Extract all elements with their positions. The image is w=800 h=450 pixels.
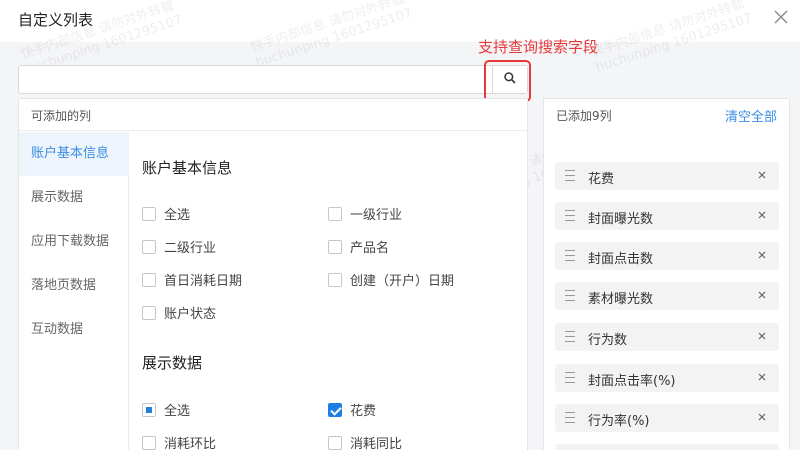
selected-column-item[interactable]: 行为数 — [555, 323, 779, 351]
checkbox-spend-yoy[interactable]: 消耗同比 — [328, 433, 402, 450]
checkbox[interactable] — [328, 239, 342, 254]
drag-handle-icon[interactable] — [565, 412, 575, 423]
category-item-app-download[interactable]: 应用下载数据 — [19, 220, 129, 264]
checkbox-industry-l1[interactable]: 一级行业 — [328, 204, 402, 223]
selected-column-item[interactable]: 行为率(%) — [555, 404, 779, 432]
checkbox-product-name[interactable]: 产品名 — [328, 237, 389, 256]
category-item-interaction[interactable]: 互动数据 — [19, 308, 129, 352]
remove-icon[interactable] — [755, 167, 769, 183]
checkbox[interactable] — [142, 239, 156, 254]
selected-column-item[interactable]: 封面点击数 — [555, 242, 779, 270]
category-nav: 账户基本信息 展示数据 应用下载数据 落地页数据 互动数据 — [19, 132, 129, 450]
checkbox-account-status[interactable]: 账户状态 — [142, 303, 216, 322]
remove-icon[interactable] — [755, 369, 769, 385]
section-title: 账户基本信息 — [142, 159, 233, 177]
checkbox-first-spend-date[interactable]: 首日消耗日期 — [142, 270, 242, 289]
selected-columns-panel: 已添加9列 清空全部 花费 封面曝光数 封面点击数 素材曝光数 行为数 封面点击… — [543, 98, 790, 450]
checkbox[interactable] — [328, 272, 342, 287]
dialog-header: 自定义列表 — [0, 0, 800, 42]
selected-count: 已添加9列 — [556, 109, 612, 123]
section-title: 展示数据 — [142, 354, 203, 372]
clear-all-link[interactable]: 清空全部 — [725, 106, 777, 125]
checkbox[interactable] — [328, 206, 342, 221]
close-icon[interactable] — [770, 6, 792, 28]
drag-handle-icon[interactable] — [565, 331, 575, 342]
category-item-account-info[interactable]: 账户基本信息 — [19, 132, 129, 176]
search-box — [18, 65, 528, 94]
category-item-landing-page[interactable]: 落地页数据 — [19, 264, 129, 308]
drag-handle-icon[interactable] — [565, 250, 575, 261]
remove-icon[interactable] — [755, 207, 769, 223]
checkbox-select-all-account[interactable]: 全选 — [142, 204, 190, 223]
remove-icon[interactable] — [755, 328, 769, 344]
selected-column-item[interactable]: 素材曝光数 — [555, 282, 779, 310]
checkbox-industry-l2[interactable]: 二级行业 — [142, 237, 216, 256]
checkbox-spend-mom[interactable]: 消耗环比 — [142, 433, 216, 450]
checkbox-indeterminate[interactable] — [142, 402, 156, 417]
column-options: 账户基本信息 全选 一级行业 二级行业 产品名 首日消耗日期 创建（开户）日期 … — [130, 132, 528, 450]
drag-handle-icon[interactable] — [565, 290, 575, 301]
checkbox-select-all-display[interactable]: 全选 — [142, 400, 190, 419]
annotation-label: 支持查询搜索字段 — [478, 38, 599, 56]
dialog-title: 自定义列表 — [18, 11, 94, 29]
drag-handle-icon[interactable] — [565, 210, 575, 221]
checkbox-spend[interactable]: 花费 — [328, 400, 376, 419]
annotation-highlight-box — [484, 60, 531, 102]
custom-columns-dialog: 自定义列表 快手内部信息 请勿对外转载huchunping 1601295107… — [0, 0, 800, 450]
checkbox-create-date[interactable]: 创建（开户）日期 — [328, 270, 454, 289]
drag-handle-icon[interactable] — [565, 170, 575, 181]
selected-column-item[interactable]: 花费 — [555, 162, 779, 190]
checkbox-checked[interactable] — [328, 402, 342, 417]
checkbox[interactable] — [142, 435, 156, 450]
selected-column-item[interactable] — [555, 444, 779, 450]
checkbox[interactable] — [142, 305, 156, 320]
remove-icon[interactable] — [755, 247, 769, 263]
remove-icon[interactable] — [755, 409, 769, 425]
available-columns-panel: 可添加的列 账户基本信息 展示数据 应用下载数据 落地页数据 互动数据 账户基本… — [18, 98, 528, 450]
available-columns-header: 可添加的列 — [19, 99, 527, 131]
search-input[interactable] — [19, 66, 491, 93]
selected-column-item[interactable]: 封面曝光数 — [555, 202, 779, 230]
available-columns-title: 可添加的列 — [31, 109, 92, 123]
checkbox[interactable] — [142, 206, 156, 221]
category-item-display-data[interactable]: 展示数据 — [19, 176, 129, 220]
selected-column-item[interactable]: 封面点击率(%) — [555, 364, 779, 392]
checkbox[interactable] — [142, 272, 156, 287]
checkbox[interactable] — [328, 435, 342, 450]
drag-handle-icon[interactable] — [565, 372, 575, 383]
remove-icon[interactable] — [755, 287, 769, 303]
